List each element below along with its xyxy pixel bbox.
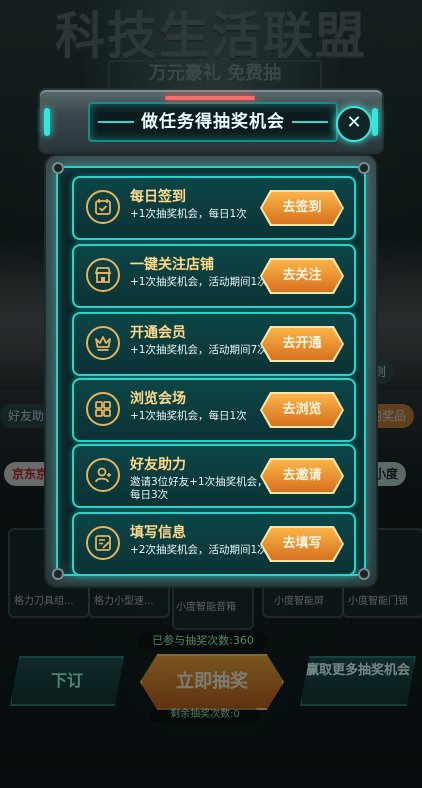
task-desc: 邀请3位好友+1次抽奖机会，每日3次 [130,476,268,501]
edit-form-icon [86,526,120,560]
close-icon: ✕ [346,112,362,133]
task-follow-store: 一键关注店铺 +1次抽奖机会，活动期间1次 去关注 [72,244,356,308]
task-open-membership: 开通会员 +1次抽奖机会，活动期间7次 去开通 [72,312,356,376]
task-daily-checkin: 每日签到 +1次抽奖机会，每日1次 去签到 [72,176,356,240]
header-glow-strip [165,96,255,100]
browse-button[interactable]: 去浏览 [262,394,342,426]
fill-info-button[interactable]: 去填写 [262,528,342,560]
task-desc: +1次抽奖机会，每日1次 [130,410,247,422]
bolt [358,568,370,580]
bolt [52,162,64,174]
bolt [52,568,64,580]
task-desc: +2次抽奖机会，活动期间1次 [130,544,268,556]
user-add-icon [86,458,120,492]
task-name: 浏览会场 [130,391,186,407]
header-side-light [372,108,378,136]
calendar-check-icon [86,190,120,224]
bolt [358,162,370,174]
task-name: 填写信息 [130,525,186,541]
header-side-light [44,108,50,136]
follow-button[interactable]: 去关注 [262,260,342,292]
task-browse-venue: 浏览会场 +1次抽奖机会，每日1次 去浏览 [72,378,356,442]
close-button[interactable]: ✕ [336,106,372,142]
invite-button[interactable]: 去邀请 [262,460,342,492]
open-membership-button[interactable]: 去开通 [262,328,342,360]
grid-icon [86,392,120,426]
task-friend-help: 好友助力 邀请3位好友+1次抽奖机会，每日3次 去邀请 [72,444,356,508]
modal-title: 做任务得抽奖机会 [141,112,285,132]
modal-title-box: 做任务得抽奖机会 [88,102,338,142]
task-name: 好友助力 [130,457,186,473]
store-icon [86,258,120,292]
task-desc: +1次抽奖机会，每日1次 [130,208,247,220]
checkin-button[interactable]: 去签到 [262,192,342,224]
task-name: 每日签到 [130,189,186,205]
task-desc: +1次抽奖机会，活动期间7次 [130,344,268,356]
task-name: 一键关注店铺 [130,257,214,273]
task-desc: +1次抽奖机会，活动期间1次 [130,276,268,288]
crown-icon [86,326,120,360]
task-name: 开通会员 [130,325,186,341]
task-fill-info: 填写信息 +2次抽奖机会，活动期间1次 去填写 [72,512,356,576]
